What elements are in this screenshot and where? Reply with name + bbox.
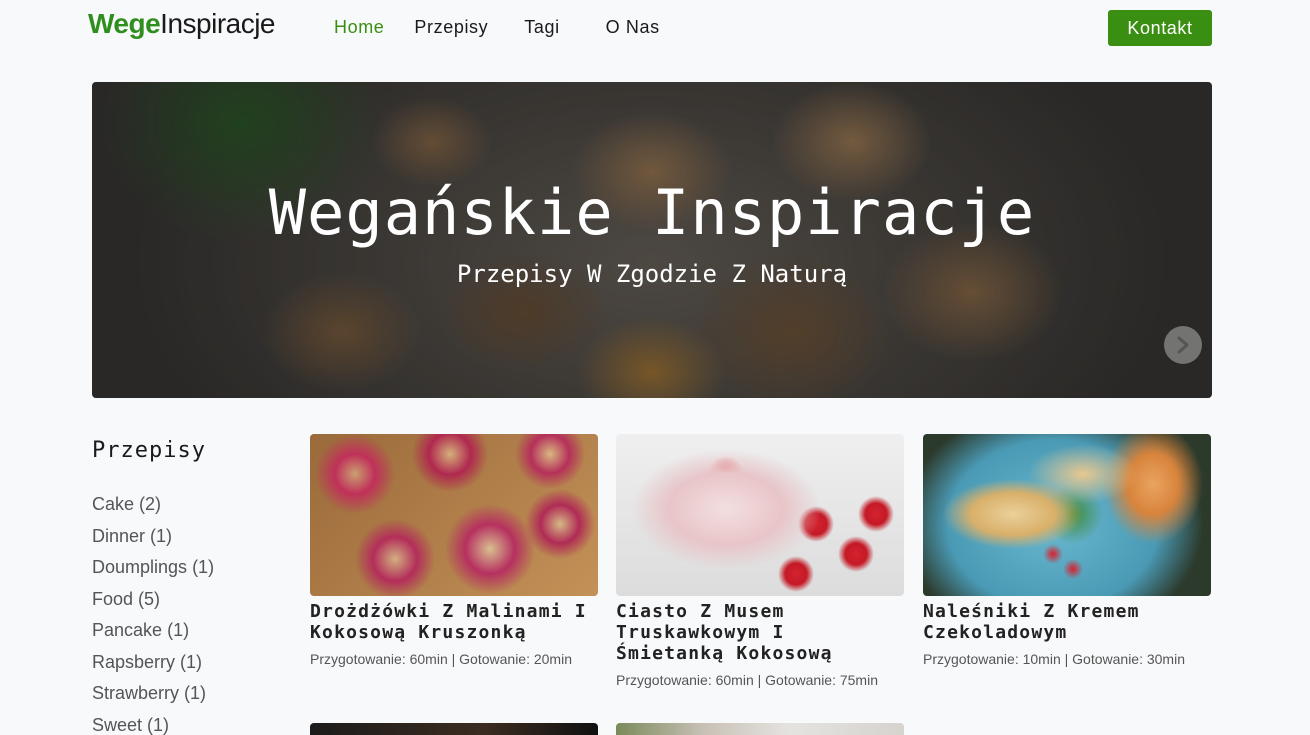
recipe-title[interactable]: Ciasto Z Musem Truskawkowym I Śmietanką … — [616, 601, 904, 664]
category-count: (1) — [167, 620, 190, 640]
recipe-image[interactable] — [616, 434, 904, 596]
category-item-doumplings[interactable]: Doumplings (1) — [92, 557, 292, 589]
category-count: (1) — [180, 651, 203, 672]
category-label: Pancake — [92, 620, 163, 640]
category-count: (5) — [138, 588, 161, 609]
main-menu: Home Przepisy Tagi O Nas — [334, 17, 696, 38]
recipe-title[interactable]: Drożdżówki Z Malinami I Kokosową Kruszon… — [310, 601, 598, 643]
sidebar: Przepisy Cake (2) Dinner (1) Doumplings … — [92, 434, 292, 735]
category-label: Cake — [92, 494, 135, 514]
category-list: Cake (2) Dinner (1) Doumplings (1) Food … — [92, 494, 292, 735]
recipe-card-image-partial[interactable] — [616, 723, 904, 735]
recipe-meta: Przygotowanie: 60min | Gotowanie: 75min — [616, 672, 878, 688]
hero-subtitle: Przepisy W Zgodzie Z Naturą — [456, 260, 848, 288]
category-item-cake[interactable]: Cake (2) — [92, 494, 292, 526]
recipe-card-image-partial[interactable] — [310, 723, 598, 735]
category-item-strawberry[interactable]: Strawberry (1) — [92, 683, 292, 715]
chevron-right-icon — [1177, 336, 1189, 354]
logo-part-inspiracje: Inspiracje — [160, 8, 276, 39]
recipe-title[interactable]: Naleśniki Z Kremem Czekoladowym — [923, 601, 1211, 643]
nav-link-przepisy[interactable]: Przepisy — [414, 17, 488, 38]
nav-link-o-nas[interactable]: O Nas — [606, 17, 660, 38]
top-navbar: WegeInspiracje Home Przepisy Tagi O Nas … — [0, 0, 1310, 56]
recipe-image[interactable] — [310, 434, 598, 596]
logo-part-wege: Wege — [88, 8, 161, 39]
recipe-image[interactable] — [923, 434, 1211, 596]
sidebar-title: Przepisy — [92, 438, 206, 463]
recipe-meta: Przygotowanie: 10min | Gotowanie: 30min — [923, 651, 1185, 667]
carousel-next-button[interactable] — [1164, 326, 1202, 364]
nav-link-home[interactable]: Home — [334, 17, 384, 38]
recipe-card[interactable]: Naleśniki Z Kremem Czekoladowym Przygoto… — [923, 434, 1211, 667]
category-label: Rapsberry — [92, 651, 176, 672]
nav-link-tagi[interactable]: Tagi — [524, 17, 559, 38]
category-count: (1) — [150, 525, 173, 546]
recipe-card[interactable]: Ciasto Z Musem Truskawkowym I Śmietanką … — [616, 434, 904, 688]
category-label: Strawberry — [92, 683, 180, 703]
category-count: (1) — [184, 683, 207, 703]
hero-title: Wegańskie Inspiracje — [268, 176, 1036, 249]
recipe-card[interactable]: Drożdżówki Z Malinami I Kokosową Kruszon… — [310, 434, 598, 667]
category-label: Food — [92, 588, 134, 609]
category-item-food[interactable]: Food (5) — [92, 589, 292, 621]
hero-carousel: Wegańskie Inspiracje Przepisy W Zgodzie … — [92, 82, 1212, 398]
category-count: (1) — [192, 557, 215, 577]
recipe-meta: Przygotowanie: 60min | Gotowanie: 20min — [310, 651, 572, 667]
category-item-sweet[interactable]: Sweet (1) — [92, 715, 292, 735]
site-logo[interactable]: WegeInspiracje — [88, 8, 276, 40]
category-item-pancake[interactable]: Pancake (1) — [92, 620, 292, 652]
category-count: (2) — [139, 494, 162, 514]
category-label: Doumplings — [92, 557, 188, 577]
kontakt-button[interactable]: Kontakt — [1108, 10, 1212, 46]
category-count: (1) — [147, 714, 170, 735]
category-item-rapsberry[interactable]: Rapsberry (1) — [92, 652, 292, 684]
category-item-dinner[interactable]: Dinner (1) — [92, 526, 292, 558]
category-label: Dinner — [92, 525, 146, 546]
category-label: Sweet — [92, 714, 143, 735]
